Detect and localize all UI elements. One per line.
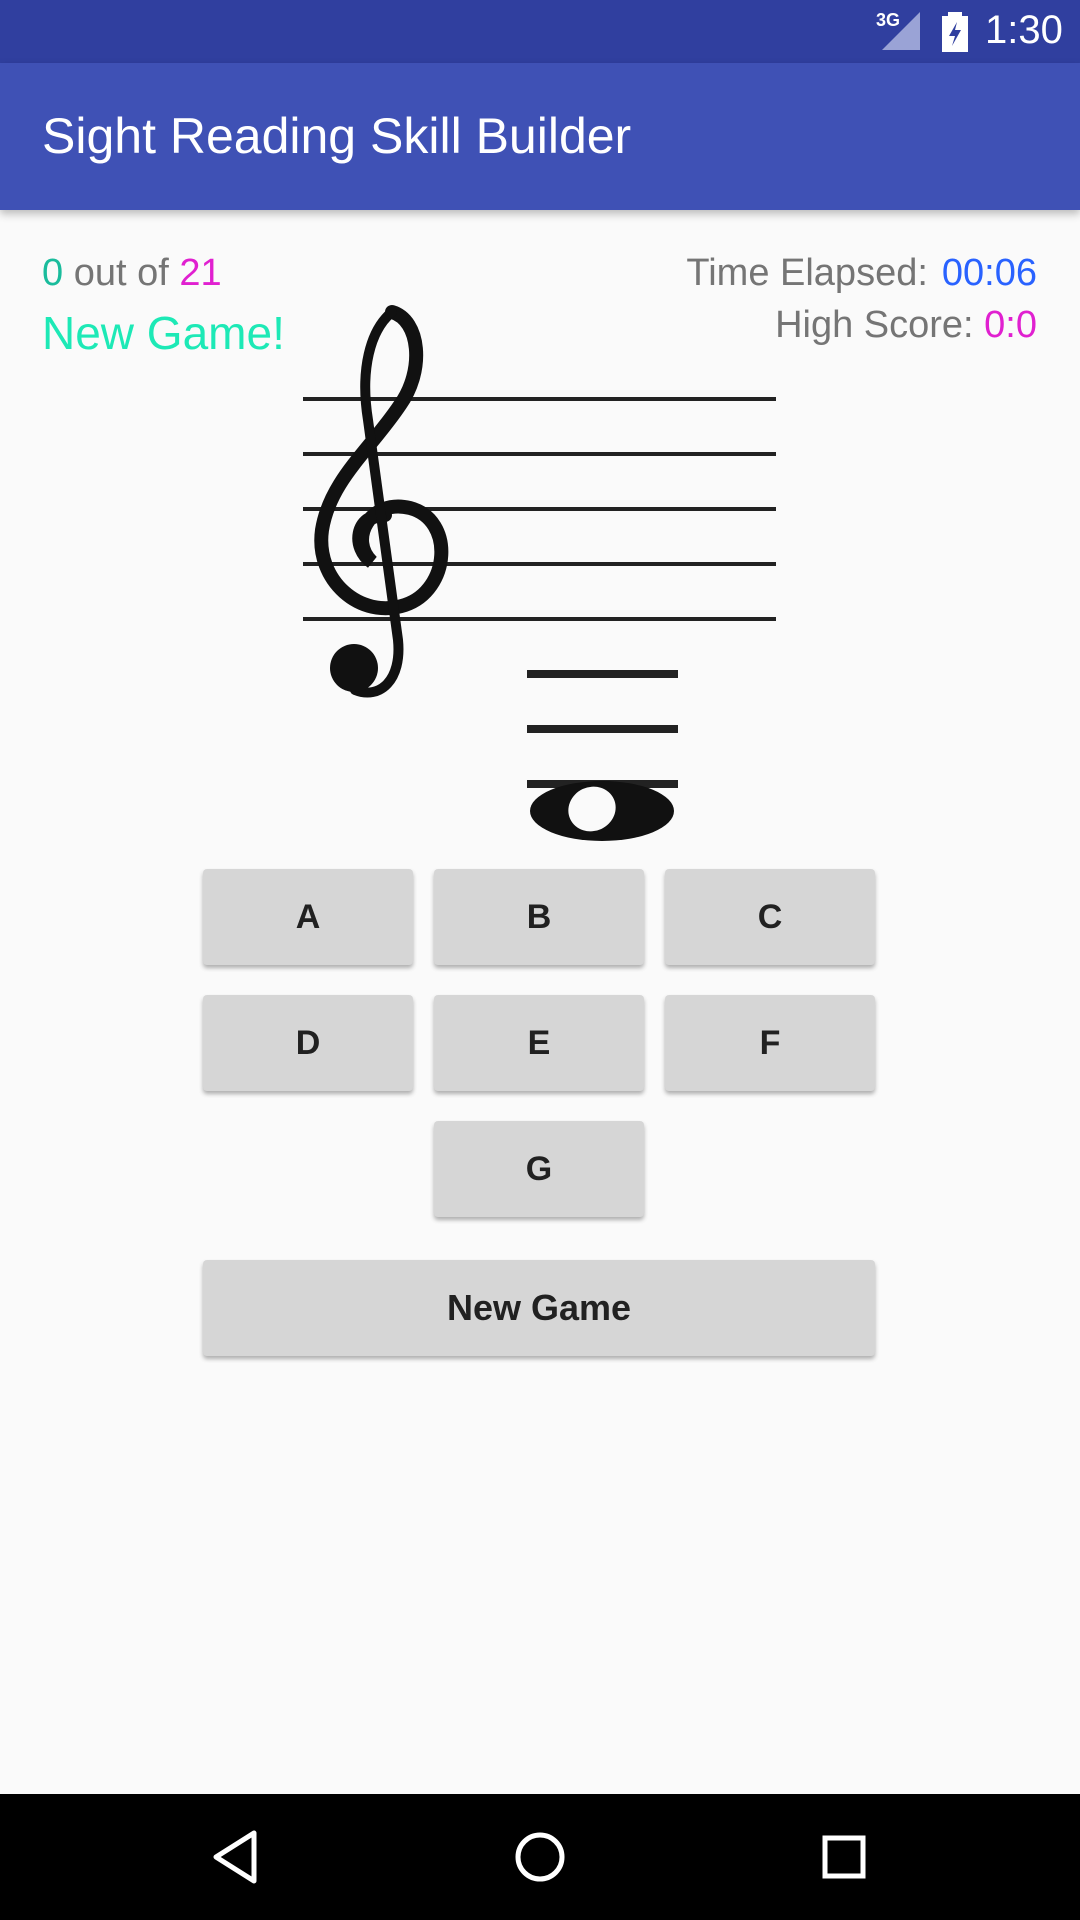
- total-count: 21: [179, 252, 222, 294]
- high-score: High Score: 0:0: [775, 304, 1037, 347]
- answer-button-c[interactable]: C: [665, 869, 875, 965]
- whole-note-icon: [530, 781, 674, 841]
- new-game-button[interactable]: New Game: [203, 1260, 875, 1356]
- answer-button-f[interactable]: F: [665, 995, 875, 1091]
- network-type-label: 3G: [876, 10, 901, 30]
- answer-button-e[interactable]: E: [434, 995, 644, 1091]
- status-clock: 1:30: [985, 8, 1063, 52]
- status-bar: 3G 1:30: [0, 0, 1080, 63]
- correct-count: 0: [42, 252, 64, 294]
- high-score-value: 0:0: [984, 304, 1037, 346]
- score-separator: out of: [73, 252, 169, 294]
- answer-button-b[interactable]: B: [434, 869, 644, 965]
- answer-button-d[interactable]: D: [203, 995, 413, 1091]
- music-staff: [303, 305, 776, 841]
- time-elapsed: Time Elapsed: 00:06: [686, 252, 1037, 295]
- app-bar: Sight Reading Skill Builder: [0, 63, 1080, 210]
- score-counter: 0 out of 21: [42, 252, 222, 295]
- ledger-lines: [527, 670, 678, 788]
- time-elapsed-label: Time Elapsed:: [686, 252, 928, 294]
- treble-clef-icon: [314, 305, 449, 698]
- game-status-message: New Game!: [42, 307, 285, 359]
- time-elapsed-value: 00:06: [941, 252, 1037, 294]
- app-title: Sight Reading Skill Builder: [42, 108, 632, 164]
- back-icon[interactable]: [210, 1829, 260, 1885]
- high-score-label: High Score:: [775, 304, 974, 346]
- answer-button-a[interactable]: A: [203, 869, 413, 965]
- navigation-bar: [0, 1794, 1080, 1920]
- recents-icon[interactable]: [819, 1829, 869, 1885]
- answer-button-g[interactable]: G: [434, 1121, 644, 1217]
- battery-icon: [942, 12, 968, 52]
- home-icon[interactable]: [513, 1829, 567, 1885]
